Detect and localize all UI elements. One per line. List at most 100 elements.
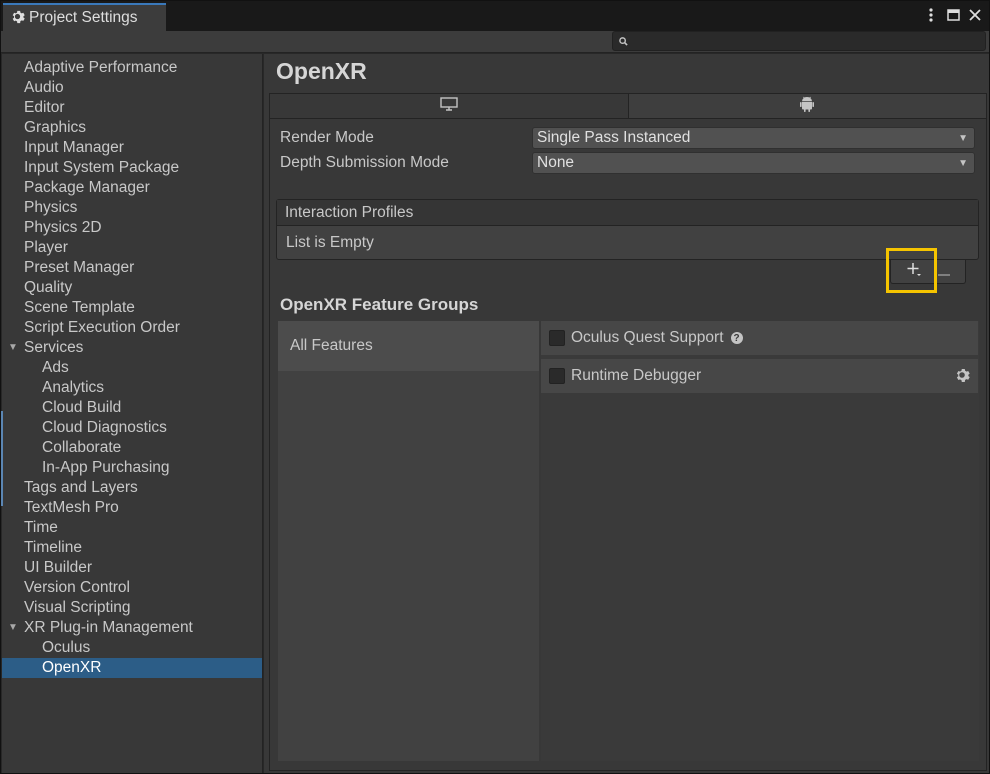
sidebar-item-oculus[interactable]: Oculus <box>2 638 262 658</box>
expand-arrow-icon[interactable]: ▼ <box>8 338 18 358</box>
tab-android[interactable] <box>627 94 986 118</box>
sidebar-item-label: Adaptive Performance <box>24 59 178 76</box>
sidebar-item-label: Package Manager <box>24 179 150 196</box>
depth-mode-label: Depth Submission Mode <box>280 154 449 171</box>
sidebar-item-physics[interactable]: Physics <box>2 198 262 218</box>
window-tab[interactable]: Project Settings <box>3 3 166 31</box>
sidebar-item-package-manager[interactable]: Package Manager <box>2 178 262 198</box>
platform-tabs <box>269 93 987 119</box>
sidebar-item-label: Physics 2D <box>24 219 102 236</box>
gear-icon <box>10 9 25 28</box>
main-panel: OpenXR Render Mode Single Pass Instanced… <box>264 54 989 773</box>
sidebar-item-ads[interactable]: Ads <box>2 358 262 378</box>
title-bar: Project Settings <box>1 1 989 31</box>
oculus-quest-checkbox[interactable] <box>549 330 565 346</box>
sidebar-item-label: Audio <box>24 79 64 96</box>
sidebar-item-time[interactable]: Time <box>2 518 262 538</box>
sidebar-item-label: XR Plug-in Management <box>24 619 193 636</box>
sidebar-item-collaborate[interactable]: Collaborate <box>2 438 262 458</box>
sidebar-item-label: Cloud Build <box>42 399 122 416</box>
sidebar-item-cloud-build[interactable]: Cloud Build <box>2 398 262 418</box>
project-settings-window: Project Settings Adaptive Performance Aud… <box>0 0 990 774</box>
sidebar-item-audio[interactable]: Audio <box>2 78 262 98</box>
window-title: Project Settings <box>29 9 138 26</box>
sidebar-item-label: UI Builder <box>24 559 93 576</box>
sidebar-item-label: Analytics <box>42 379 105 396</box>
tab-desktop[interactable] <box>270 94 628 118</box>
runtime-debugger-checkbox[interactable] <box>549 368 565 384</box>
feature-group-all[interactable]: All Features <box>278 321 539 371</box>
feature-label: Oculus Quest Support <box>571 329 724 346</box>
sidebar-item-preset-manager[interactable]: Preset Manager <box>2 258 262 278</box>
sidebar-item-label: Tags and Layers <box>24 479 138 496</box>
sidebar-item-openxr[interactable]: OpenXR <box>2 658 262 678</box>
features-list: Oculus Quest Support ? Runtime Debugger <box>541 321 979 761</box>
sidebar-item-label: In-App Purchasing <box>42 459 170 476</box>
expand-arrow-icon[interactable]: ▼ <box>8 618 18 638</box>
sidebar-item-label: Cloud Diagnostics <box>42 419 167 436</box>
sidebar-item-label: Quality <box>24 279 73 296</box>
sidebar-item-timeline[interactable]: Timeline <box>2 538 262 558</box>
sidebar-item-label: Script Execution Order <box>24 319 180 336</box>
search-field[interactable] <box>612 31 986 51</box>
depth-mode-value: None <box>537 154 575 171</box>
feature-row-runtime-debugger: Runtime Debugger <box>541 359 978 393</box>
depth-mode-dropdown[interactable]: None ▼ <box>532 152 975 174</box>
more-vert-icon[interactable] <box>923 6 939 24</box>
sidebar-item-xr-plug-in-management[interactable]: ▼ XR Plug-in Management <box>2 618 262 638</box>
gear-icon[interactable] <box>954 367 970 387</box>
feature-row-oculus-quest: Oculus Quest Support ? <box>541 321 978 355</box>
feature-groups-list: All Features <box>278 321 539 761</box>
depth-mode-row: Depth Submission Mode None ▼ <box>280 152 980 174</box>
sidebar-item-tags-and-layers[interactable]: Tags and Layers <box>2 478 262 498</box>
sidebar-item-label: Player <box>24 239 68 256</box>
sidebar-item-label: Editor <box>24 99 65 116</box>
sidebar-item-label: Version Control <box>24 579 130 596</box>
sidebar-item-label: Scene Template <box>24 299 135 316</box>
sidebar-item-label: Preset Manager <box>24 259 135 276</box>
sidebar-item-adaptive-performance[interactable]: Adaptive Performance <box>2 58 262 78</box>
sidebar-item-scene-template[interactable]: Scene Template <box>2 298 262 318</box>
search-input[interactable] <box>632 34 972 48</box>
settings-nav-list: Adaptive Performance Audio Editor Graphics I… <box>2 54 262 678</box>
sidebar-item-textmesh-pro[interactable]: TextMesh Pro <box>2 498 262 518</box>
feature-label: Runtime Debugger <box>571 367 702 384</box>
minus-icon <box>938 261 950 282</box>
sidebar-item-label: TextMesh Pro <box>24 499 119 516</box>
toolbar <box>1 31 989 53</box>
sidebar-item-label: Input System Package <box>24 159 180 176</box>
sidebar-item-physics-2d[interactable]: Physics 2D <box>2 218 262 238</box>
sidebar-item-ui-builder[interactable]: UI Builder <box>2 558 262 578</box>
sidebar-item-visual-scripting[interactable]: Visual Scripting <box>2 598 262 618</box>
close-icon[interactable] <box>967 6 983 24</box>
page-title: OpenXR <box>276 58 367 84</box>
sidebar-item-input-manager[interactable]: Input Manager <box>2 138 262 158</box>
sidebar-item-label: Ads <box>42 359 69 376</box>
sidebar-item-cloud-diagnostics[interactable]: Cloud Diagnostics <box>2 418 262 438</box>
maximize-icon[interactable] <box>945 6 961 24</box>
sidebar-item-graphics[interactable]: Graphics <box>2 118 262 138</box>
sidebar-item-in-app-purchasing[interactable]: In-App Purchasing <box>2 458 262 478</box>
window-actions <box>923 6 983 24</box>
left-edge-bar <box>1 411 3 506</box>
sidebar-item-label: Physics <box>24 199 78 216</box>
sidebar-item-version-control[interactable]: Version Control <box>2 578 262 598</box>
sidebar-item-label: Services <box>24 339 84 356</box>
sidebar-item-label: Time <box>24 519 58 536</box>
render-mode-row: Render Mode Single Pass Instanced ▼ <box>280 127 980 149</box>
interaction-profiles-empty: List is Empty <box>286 234 374 251</box>
interaction-profiles-list: Interaction Profiles List is Empty <box>276 199 979 260</box>
sidebar-item-label: Visual Scripting <box>24 599 131 616</box>
sidebar-item-editor[interactable]: Editor <box>2 98 262 118</box>
chevron-down-icon: ▼ <box>958 158 968 169</box>
sidebar-item-quality[interactable]: Quality <box>2 278 262 298</box>
render-mode-dropdown[interactable]: Single Pass Instanced ▼ <box>532 127 975 149</box>
sidebar-item-services[interactable]: ▼ Services <box>2 338 262 358</box>
help-icon[interactable]: ? <box>730 332 743 344</box>
sidebar-item-label: OpenXR <box>42 659 102 676</box>
sidebar-item-script-execution-order[interactable]: Script Execution Order <box>2 318 262 338</box>
android-icon <box>800 96 815 116</box>
sidebar-item-player[interactable]: Player <box>2 238 262 258</box>
sidebar-item-analytics[interactable]: Analytics <box>2 378 262 398</box>
sidebar-item-input-system-package[interactable]: Input System Package <box>2 158 262 178</box>
